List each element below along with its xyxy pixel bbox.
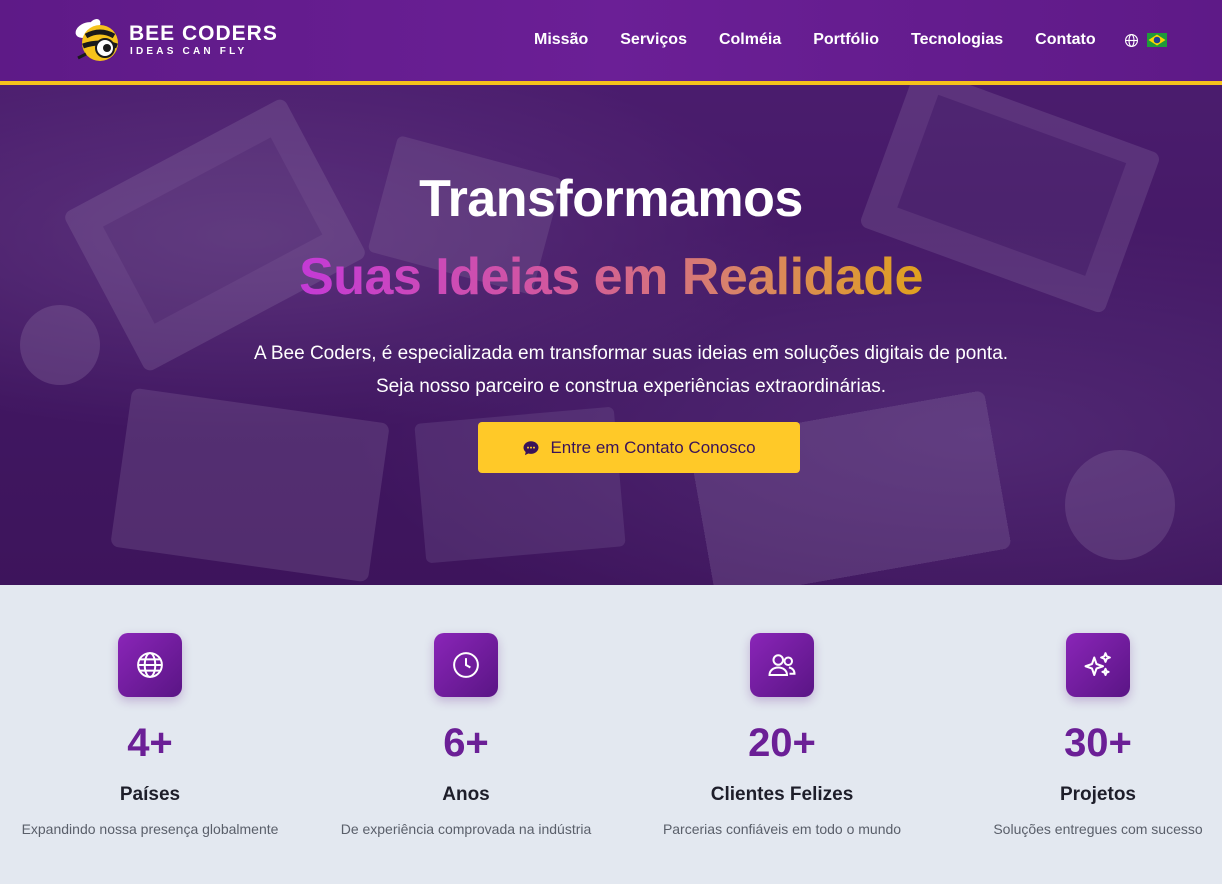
hero-description: A Bee Coders, é especializada em transfo… xyxy=(250,337,1012,403)
hero-section: Transformamos Suas Ideias em Realidade A… xyxy=(0,85,1222,585)
stat-description: Parcerias confiáveis em todo o mundo xyxy=(662,821,902,837)
stats-section: 4+ Países Expandindo nossa presença glob… xyxy=(0,585,1222,884)
contact-cta-label: Entre em Contato Conosco xyxy=(550,437,756,457)
hero-subtitle-text: Suas Ideias em Realidade xyxy=(299,248,923,306)
globe-icon xyxy=(1124,33,1138,47)
hero-description-prefix: A xyxy=(253,343,271,364)
stat-value: 4+ xyxy=(127,721,173,765)
bee-logo-icon xyxy=(75,19,118,61)
logo[interactable]: BEE CODERS IDEAS CAN FLY xyxy=(72,18,277,64)
language-switcher[interactable] xyxy=(1124,33,1167,48)
stat-label: Países xyxy=(119,784,181,805)
brazil-flag-icon xyxy=(1146,33,1167,47)
nav-item-servicos[interactable]: Serviços xyxy=(604,31,703,49)
stat-value: 20+ xyxy=(748,721,816,765)
clock-icon xyxy=(453,652,479,678)
stat-icon-box xyxy=(750,633,814,697)
stat-icon-box xyxy=(118,633,182,697)
hero-description-text: , é especializada em transformar suas id… xyxy=(371,343,1009,397)
stat-icon-box xyxy=(434,633,498,697)
stat-value: 30+ xyxy=(1064,721,1132,765)
nav-item-missao[interactable]: Missão xyxy=(518,31,604,49)
sparkles-icon xyxy=(1084,652,1111,676)
hero-title: Transformamos xyxy=(419,170,803,228)
globe-icon xyxy=(137,652,163,678)
nav-item-tecnologias[interactable]: Tecnologias xyxy=(895,31,1019,49)
site-header: BEE CODERS IDEAS CAN FLY Missão Serviços… xyxy=(0,0,1222,85)
contact-cta-button[interactable]: Entre em Contato Conosco xyxy=(478,422,800,473)
hero-description-brand: Bee Coders xyxy=(270,343,372,364)
users-icon xyxy=(768,654,796,676)
main-nav: Missão Serviços Colméia Portfólio Tecnol… xyxy=(518,31,1167,49)
nav-item-contato[interactable]: Contato xyxy=(1019,31,1111,49)
nav-item-portfolio[interactable]: Portfólio xyxy=(797,31,895,49)
chat-bubble-icon xyxy=(523,440,539,455)
stat-description: Expandindo nossa presença globalmente xyxy=(21,821,279,837)
stat-description: De experiência comprovada na indústria xyxy=(340,821,592,837)
stat-label: Anos xyxy=(442,784,490,805)
hero-subtitle: Suas Ideias em Realidade xyxy=(0,247,1222,307)
stat-value: 6+ xyxy=(443,721,489,765)
stat-label: Projetos xyxy=(1059,784,1137,805)
logo-tagline: IDEAS CAN FLY xyxy=(130,46,248,57)
nav-item-colmeia[interactable]: Colméia xyxy=(703,31,797,49)
stat-description: Soluções entregues com sucesso xyxy=(993,821,1203,837)
stat-label: Clientes Felizes xyxy=(710,784,854,805)
logo-title: BEE CODERS xyxy=(129,22,278,45)
stat-icon-box xyxy=(1066,633,1130,697)
hero-overlay xyxy=(0,85,1222,585)
